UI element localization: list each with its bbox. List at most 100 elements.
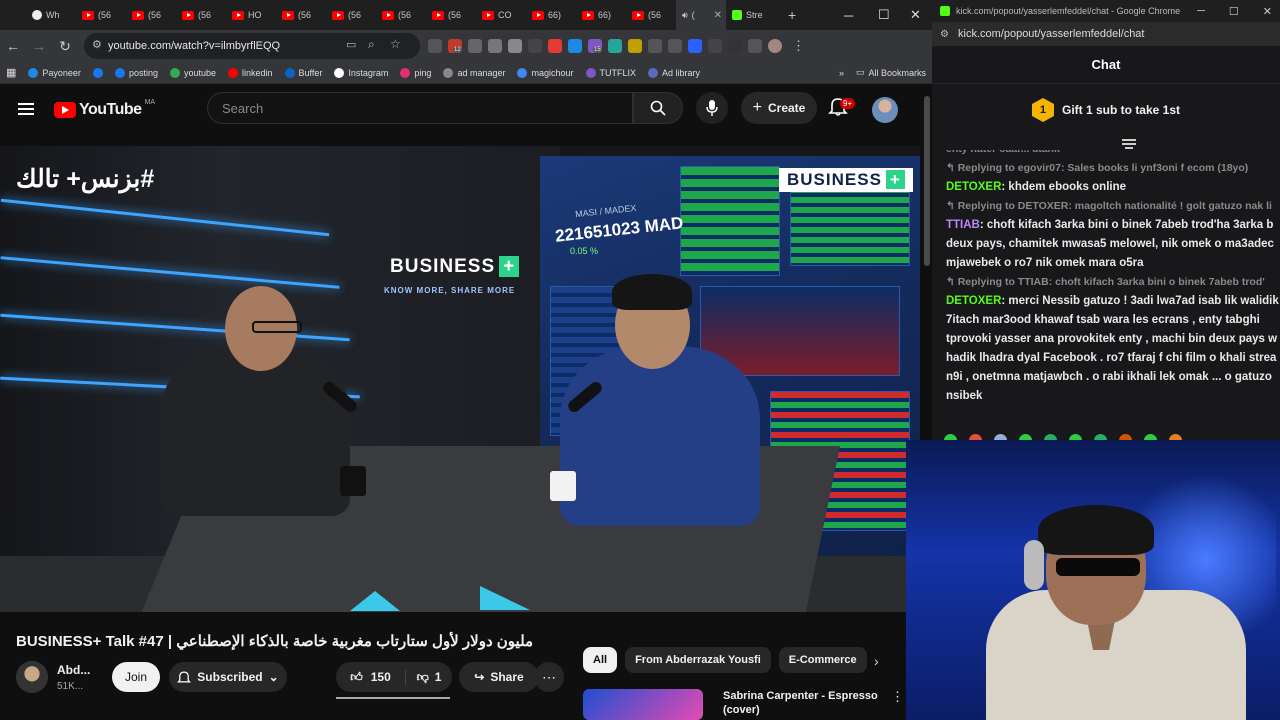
all-bookmarks[interactable]: ▭ All Bookmarks <box>856 67 926 78</box>
extension-icon[interactable]: 12 <box>448 39 462 53</box>
minimize-icon[interactable]: ─ <box>844 0 853 30</box>
forward-icon[interactable]: → <box>26 38 52 54</box>
bookmark-item[interactable]: magichour <box>517 67 574 78</box>
zoom-icon[interactable]: ⌕ <box>368 37 375 52</box>
browser-tab[interactable]: Stre <box>726 0 776 30</box>
extension-icon[interactable] <box>488 39 502 53</box>
extension-icon[interactable] <box>508 39 522 53</box>
recommended-more-icon[interactable]: ⋮ <box>891 689 904 705</box>
bookmark-star-icon[interactable]: ☆ <box>390 37 401 51</box>
extensions-puzzle-icon[interactable] <box>708 39 722 53</box>
browser-tab[interactable]: (56 <box>126 0 176 30</box>
browser-tab[interactable]: CO <box>476 0 526 30</box>
maximize-icon[interactable]: ☐ <box>878 0 890 30</box>
site-info-icon[interactable]: ⚙ <box>940 29 949 40</box>
bookmark-item[interactable]: Instagram <box>334 67 388 78</box>
bookmark-item[interactable]: TUTFLIX <box>585 67 636 78</box>
stock-panel <box>680 166 780 276</box>
extension-icon[interactable] <box>628 39 642 53</box>
channel-name[interactable]: Abd... <box>57 663 90 677</box>
cast-icon[interactable]: ▭ <box>346 38 356 51</box>
search-input[interactable]: Search <box>207 92 633 124</box>
extension-icon[interactable] <box>688 39 702 53</box>
recommended-title[interactable]: Sabrina Carpenter - Espresso (cover) <box>723 689 883 717</box>
more-actions-button[interactable]: ⋯ <box>534 662 564 692</box>
browser-tab[interactable]: (56 <box>176 0 226 30</box>
reload-icon[interactable]: ↻ <box>52 38 78 55</box>
site-info-icon[interactable]: ⚙ <box>92 38 102 51</box>
extension-icon[interactable] <box>428 39 442 53</box>
chat-username[interactable]: TTIAB <box>946 219 980 231</box>
bookmark-item[interactable]: ping <box>400 67 431 78</box>
extension-icon[interactable] <box>568 39 582 53</box>
extension-icon[interactable] <box>728 39 742 53</box>
extension-icon[interactable] <box>668 39 682 53</box>
browser-tab[interactable]: (56 <box>626 0 676 30</box>
bookmark-favicon-icon <box>28 67 39 78</box>
chevron-right-icon[interactable]: › <box>874 653 879 669</box>
browser-tab[interactable]: 🔊︎(✕ <box>676 0 726 30</box>
bookmark-favicon-icon <box>443 67 454 78</box>
extension-icon[interactable] <box>468 39 482 53</box>
back-icon[interactable]: ← <box>0 38 26 54</box>
extension-icon[interactable] <box>608 39 622 53</box>
page-scrollbar[interactable] <box>924 96 930 266</box>
bookmark-item[interactable]: posting <box>114 67 158 78</box>
chat-username[interactable]: DETOXER <box>946 181 1001 193</box>
extension-icon[interactable] <box>528 39 542 53</box>
bookmarks-overflow-icon[interactable]: » <box>839 68 844 78</box>
join-button[interactable]: Join <box>112 662 160 692</box>
bookmark-item[interactable]: ad manager <box>443 67 505 78</box>
bookmark-item[interactable]: youtube <box>169 67 216 78</box>
browser-tab[interactable]: (56 <box>376 0 426 30</box>
bookmark-item[interactable]: Payoneer <box>28 67 81 78</box>
browser-tab[interactable]: 66) <box>576 0 626 30</box>
maximize-icon[interactable]: ☐ <box>1229 5 1239 18</box>
recommended-thumbnail[interactable] <box>583 689 703 720</box>
apps-grid-icon[interactable]: ▦ <box>6 66 16 79</box>
browser-tab[interactable]: (56 <box>276 0 326 30</box>
youtube-logo[interactable]: YouTube MA <box>54 99 155 119</box>
profile-icon[interactable] <box>768 39 782 53</box>
browser-tab[interactable]: Wh <box>26 0 76 30</box>
close-window-icon[interactable]: ✕ <box>910 0 921 30</box>
extension-icon[interactable] <box>748 39 762 53</box>
bookmark-favicon-icon <box>585 67 596 78</box>
subscribed-button[interactable]: Subscribed ⌄ <box>169 662 287 692</box>
browser-tab[interactable]: (56 <box>426 0 476 30</box>
extension-icon[interactable] <box>648 39 662 53</box>
voice-search-button[interactable] <box>696 92 728 124</box>
dislike-button[interactable]: 👎︎ 1 <box>406 670 452 685</box>
kick-url-bar[interactable]: ⚙ kick.com/popout/yasserlemfeddel/chat <box>932 22 1280 46</box>
browser-tab[interactable]: HO <box>226 0 276 30</box>
business-plus-wall-logo: BUSINESS + <box>382 254 527 280</box>
extension-icon[interactable]: 15 <box>588 39 602 53</box>
video-player[interactable]: MASI / MADEX 221651023 MAD 0.05 % #بزنس+… <box>0 146 920 612</box>
channel-avatar[interactable] <box>16 661 48 693</box>
bookmark-item[interactable]: Buffer <box>284 67 322 78</box>
like-button[interactable]: 👍︎ 150 <box>336 669 406 685</box>
filter-chip[interactable]: E-Commerce <box>778 647 867 673</box>
close-tab-icon[interactable]: ✕ <box>714 10 726 21</box>
extension-icon[interactable] <box>548 39 562 53</box>
browser-tab[interactable]: 66) <box>526 0 576 30</box>
browser-tab[interactable]: (56 <box>76 0 126 30</box>
url-bar[interactable]: ⚙ youtube.com/watch?v=ilmbyrflEQQ ▭ ⌕ ☆ <box>84 33 420 59</box>
filter-chip[interactable]: From Abderrazak Yousfi <box>625 647 771 673</box>
bookmark-item[interactable]: linkedin <box>228 67 273 78</box>
account-avatar[interactable] <box>872 97 898 123</box>
chat-username[interactable]: DETOXER <box>946 295 1001 307</box>
filter-chip[interactable]: All <box>583 647 618 673</box>
gift-sub-banner[interactable]: 1 Gift 1 sub to take 1st <box>932 92 1280 128</box>
close-window-icon[interactable]: ✕ <box>1263 5 1272 18</box>
search-button[interactable] <box>633 92 683 124</box>
menu-kebab-icon[interactable]: ⋮ <box>792 38 805 54</box>
new-tab-button[interactable]: + <box>788 7 796 23</box>
share-button[interactable]: ↪ Share <box>459 662 539 692</box>
bookmark-item[interactable]: Ad library <box>648 67 700 78</box>
facebook-favicon-icon[interactable] <box>92 67 103 78</box>
menu-icon[interactable] <box>18 103 34 118</box>
create-button[interactable]: + Create <box>741 92 817 124</box>
browser-tab[interactable]: (56 <box>326 0 376 30</box>
minimize-icon[interactable]: ─ <box>1197 5 1205 17</box>
